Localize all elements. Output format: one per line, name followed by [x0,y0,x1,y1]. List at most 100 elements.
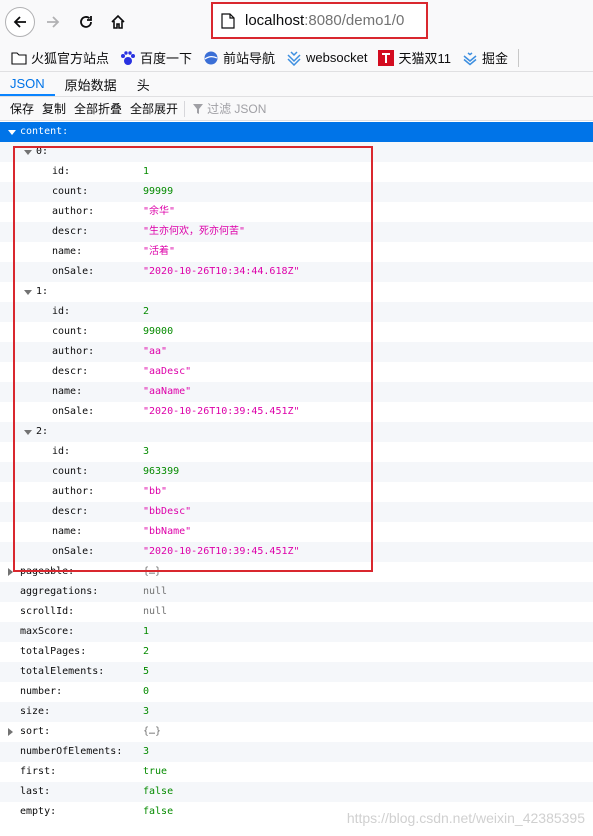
tmall-icon [378,49,395,66]
tree-row-field: author: "余华" [0,202,593,222]
back-arrow-icon [13,16,26,28]
bookmark-websocket[interactable]: websocket [286,50,367,66]
bookmark-tmall[interactable]: 天猫双11 [378,48,451,67]
json-value: 99999 [143,186,174,197]
json-value: "活着" [143,246,176,257]
baidu-paw-icon [121,50,136,65]
tree-row-field: name: "aaName" [0,382,593,402]
json-value: "aa" [143,346,168,357]
tree-row-top-level: numberOfElements: 3 [0,742,593,762]
back-button[interactable] [5,7,35,37]
expanded-twisty-icon[interactable] [8,130,16,135]
json-toolbar: 保存 复制 全部折叠 全部展开 过滤 JSON [0,97,593,121]
json-key: content: [20,126,69,137]
url-text: localhost:8080/demo1/0 [245,12,404,29]
tree-row-top-level: aggregations: null [0,582,593,602]
tree-row-field: name: "bbName" [0,522,593,542]
json-key: count: [52,326,89,337]
json-key: name: [52,386,83,397]
json-key: onSale: [52,406,95,417]
tab-headers[interactable]: 头 [127,72,160,96]
json-key: first: [20,766,57,777]
tree-row-top-level: last: false [0,782,593,802]
json-key: aggregations: [20,586,99,597]
reload-button[interactable] [71,7,101,37]
json-key: author: [52,486,95,497]
tab-json[interactable]: JSON [0,72,55,96]
tree-row-field: author: "aa" [0,342,593,362]
bookmark-baidu[interactable]: 百度一下 [120,48,192,67]
json-key: count: [52,466,89,477]
tree-row-top-level[interactable]: pageable: {…} [0,562,593,582]
json-value: 1 [143,626,150,637]
bookmark-firefox-official[interactable]: 火狐官方站点 [11,48,109,67]
tree-row-top-level: totalPages: 2 [0,642,593,662]
json-key: 1: [36,286,49,297]
juejin-icon [463,51,477,65]
json-key: author: [52,206,95,217]
tree-row-field: descr: "bbDesc" [0,502,593,522]
globe-icon [204,51,218,64]
expanded-twisty-icon[interactable] [24,290,32,295]
websocket-icon [287,50,301,66]
forward-arrow-icon [47,16,60,28]
json-value: "bbDesc" [143,506,192,517]
json-key: descr: [52,506,89,517]
json-key: id: [52,446,71,457]
json-value: "余华" [143,206,176,217]
json-key: onSale: [52,266,95,277]
json-key: last: [20,786,51,797]
tree-row-field: count: 99000 [0,322,593,342]
expand-all-button[interactable]: 全部展开 [130,100,178,117]
json-value: 1 [143,166,150,177]
url-bar[interactable]: localhost:8080/demo1/0 [211,2,428,39]
forward-button[interactable] [38,7,68,37]
json-value: true [143,766,168,777]
collapsed-twisty-icon[interactable] [8,568,13,576]
bookmark-qianzhan[interactable]: 前站导航 [203,48,275,67]
url-host: localhost [245,12,305,29]
json-value: {…} [143,566,162,577]
copy-button[interactable]: 复制 [42,100,66,117]
tree-row-top-level[interactable]: sort: {…} [0,722,593,742]
home-button[interactable] [103,7,133,37]
bookmark-label: 百度一下 [140,51,193,66]
save-button[interactable]: 保存 [10,100,34,117]
json-value: 3 [143,706,150,717]
json-value: null [143,586,168,597]
filter-placeholder: 过滤 JSON [207,102,267,116]
json-value: 3 [143,746,150,757]
tree-row-array-item[interactable]: 0: [0,142,593,162]
json-value: null [143,606,168,617]
bookmark-juejin[interactable]: 掘金 [462,48,508,67]
tree-row-field: onSale: "2020-10-26T10:39:45.451Z" [0,542,593,562]
tab-raw-data[interactable]: 原始数据 [55,72,127,96]
expanded-twisty-icon[interactable] [24,430,32,435]
tree-row-top-level: size: 3 [0,702,593,722]
url-path: :8080/demo1/0 [304,12,405,29]
json-value: "2020-10-26T10:34:44.618Z" [143,266,300,277]
json-value: "2020-10-26T10:39:45.451Z" [143,546,300,557]
collapsed-twisty-icon[interactable] [8,728,13,736]
json-key: 2: [36,426,49,437]
tree-row-field: count: 99999 [0,182,593,202]
tree-row-content[interactable]: content: [0,122,593,142]
filter-json-input[interactable]: 过滤 JSON [193,100,266,117]
json-key: numberOfElements: [20,746,123,757]
collapse-all-button[interactable]: 全部折叠 [74,100,122,117]
json-viewer-tabs: JSON 原始数据 头 [0,72,593,97]
bookmark-label: 火狐官方站点 [31,51,110,66]
json-value: 2 [143,306,150,317]
json-value: {…} [143,726,162,737]
json-key: pageable: [20,566,75,577]
toolbar-divider [184,100,186,117]
json-key: maxScore: [20,626,75,637]
tree-row-array-item[interactable]: 2: [0,422,593,442]
bookmark-label: websocket [306,50,368,65]
json-value: 963399 [143,466,180,477]
tree-row-field: author: "bb" [0,482,593,502]
bookmarks-divider [517,48,519,67]
expanded-twisty-icon[interactable] [24,150,32,155]
bookmark-label: 掘金 [481,51,508,66]
tree-row-array-item[interactable]: 1: [0,282,593,302]
